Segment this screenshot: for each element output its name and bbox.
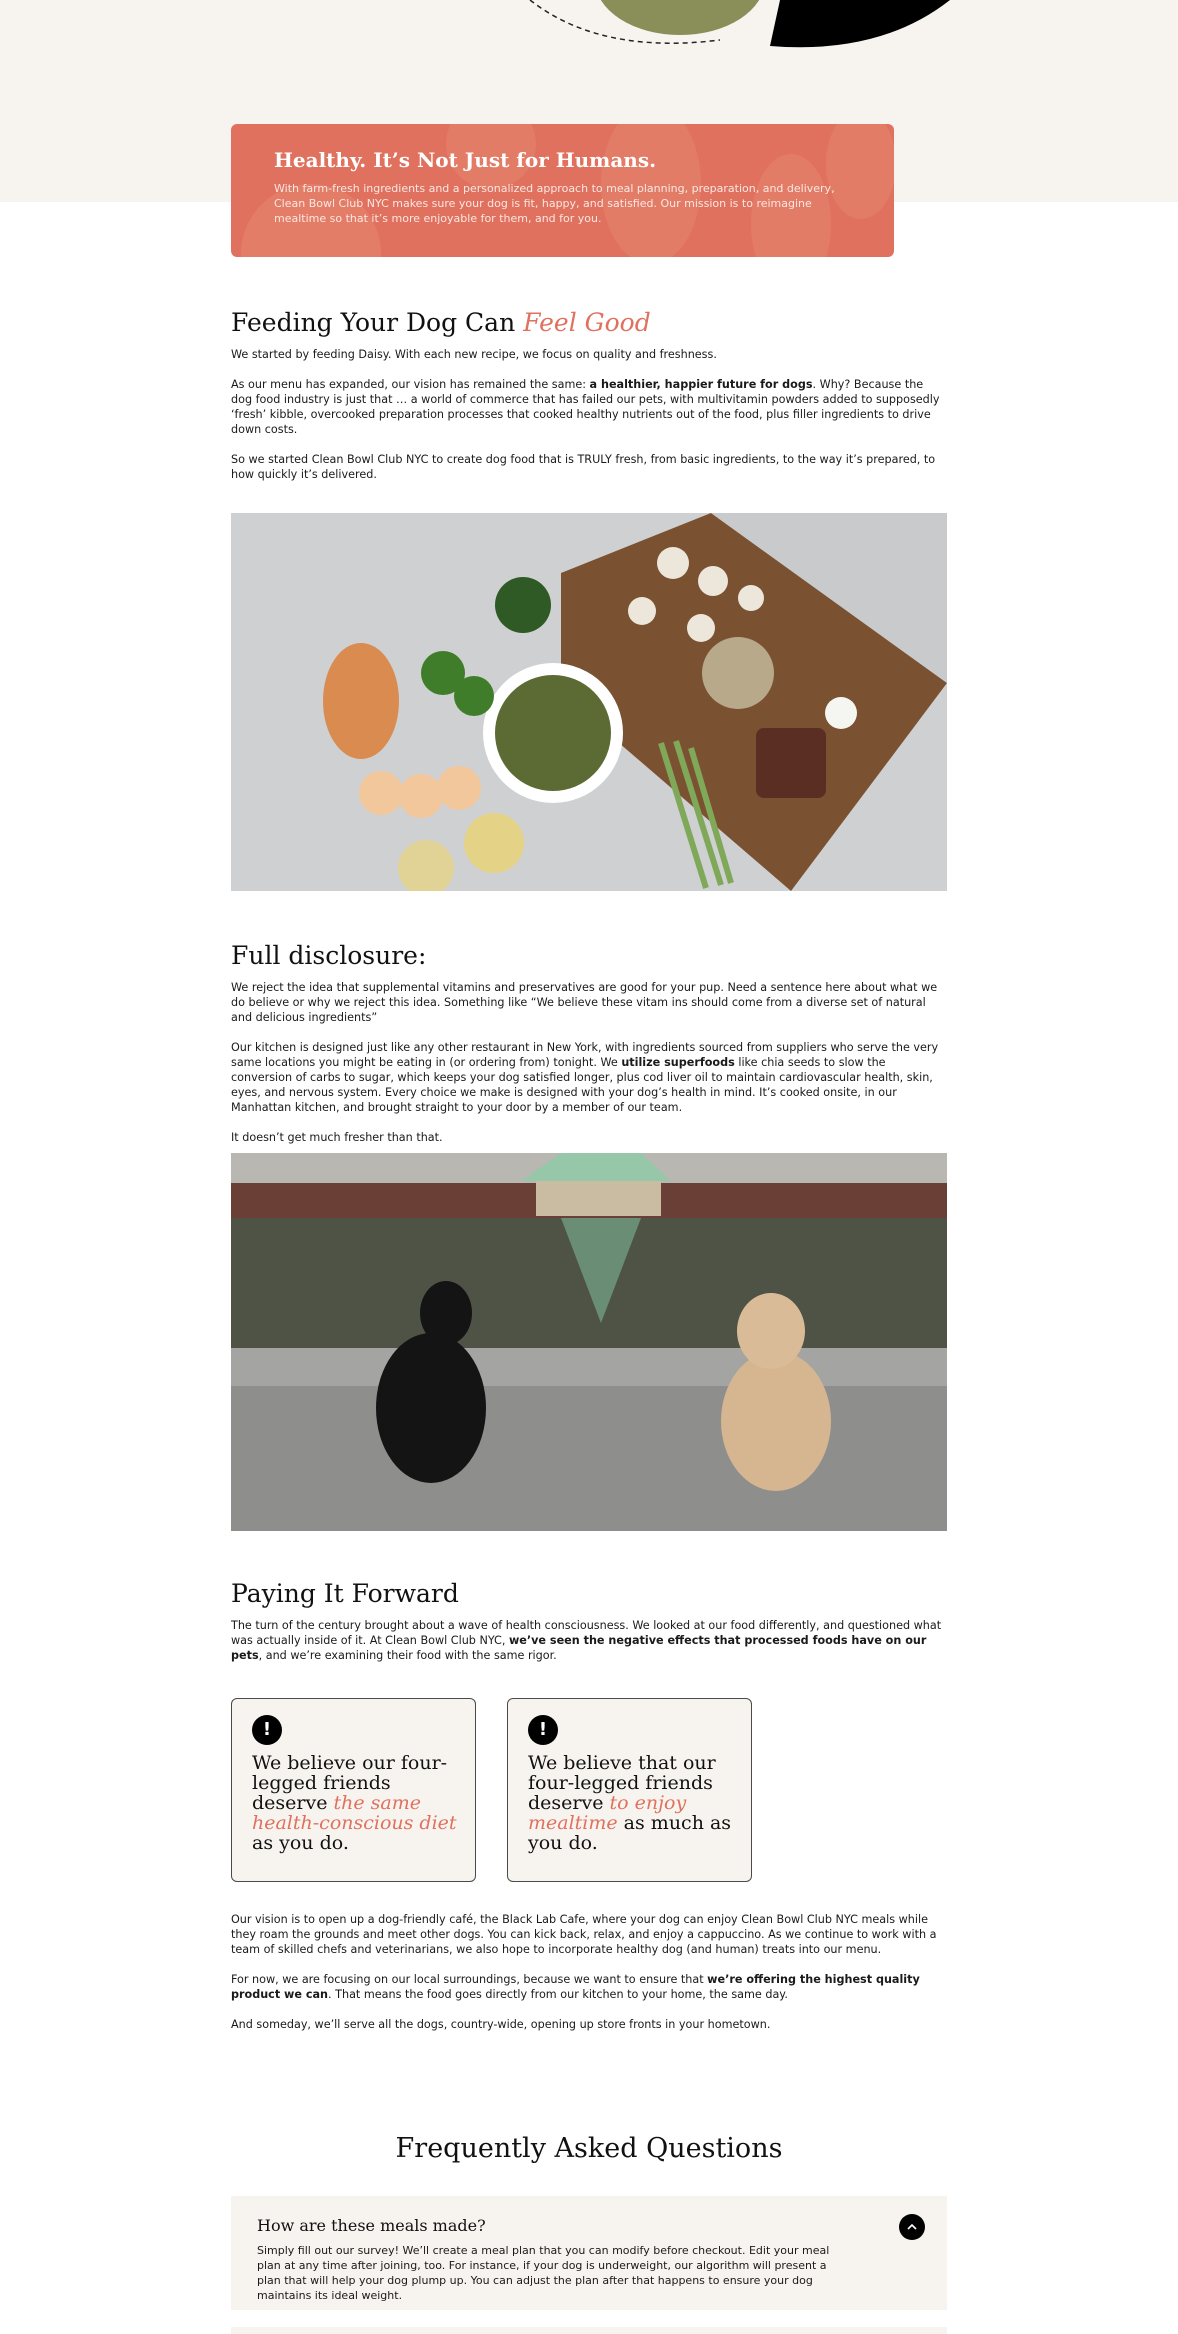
forward-section: Paying It Forward The turn of the centur… [231,1579,947,1678]
exclamation-icon: ! [252,1715,282,1745]
vision-paragraph-3: And someday, we’ll serve all the dogs, c… [231,2018,771,2031]
belief-card-text: We believe our four-legged friends deser… [252,1752,457,1854]
feeding-paragraph-2: As our menu has expanded, our vision has… [231,378,940,436]
disclosure-section: Full disclosure: We reject the idea that… [231,941,947,1160]
banner-text: With farm-fresh ingredients and a person… [274,182,835,225]
forward-title: Paying It Forward [231,1579,459,1608]
exclamation-icon: ! [528,1715,558,1745]
chevron-up-icon[interactable] [899,2214,925,2240]
forward-paragraph-1: The turn of the century brought about a … [231,1619,942,1662]
dogs-photo [231,1153,947,1531]
ingredients-photo [231,513,947,891]
banner-title: Healthy. It’s Not Just for Humans. [274,148,657,172]
vision-section: Our vision is to open up a dog-friendly … [231,1912,947,2047]
belief-card: ! We believe our four-legged friends des… [231,1698,476,1882]
vision-paragraph-2: For now, we are focusing on our local su… [231,1973,920,2001]
faq-title: Frequently Asked Questions [395,2133,783,2164]
faq-question[interactable]: How are these meals made? [257,2216,486,2235]
feeding-paragraph-1: We started by feeding Daisy. With each n… [231,348,717,361]
disclosure-paragraph-2: Our kitchen is designed just like any ot… [231,1041,939,1114]
vision-paragraph-1: Our vision is to open up a dog-friendly … [231,1913,937,1956]
faq-item[interactable]: How are these meals made? Simply fill ou… [231,2196,947,2310]
belief-card: ! We believe that our four-legged friend… [507,1698,752,1882]
disclosure-paragraph-1: We reject the idea that supplemental vit… [231,981,938,1024]
disclosure-paragraph-3: It doesn’t get much fresher than that. [231,1131,443,1144]
faq-answer: Simply fill out our survey! We’ll create… [257,2244,830,2302]
feeding-paragraph-3: So we started Clean Bowl Club NYC to cre… [231,453,936,481]
feeding-section: Feeding Your Dog Can Feel Good We starte… [231,308,947,497]
disclosure-title: Full disclosure: [231,941,427,970]
healthy-banner: Healthy. It’s Not Just for Humans. With … [231,124,894,257]
hero-image-fragment [529,0,950,48]
feeding-title: Feeding Your Dog Can Feel Good [231,308,651,337]
belief-card-text: We believe that our four-legged friends … [528,1752,732,1854]
faq-item[interactable] [231,2327,947,2334]
